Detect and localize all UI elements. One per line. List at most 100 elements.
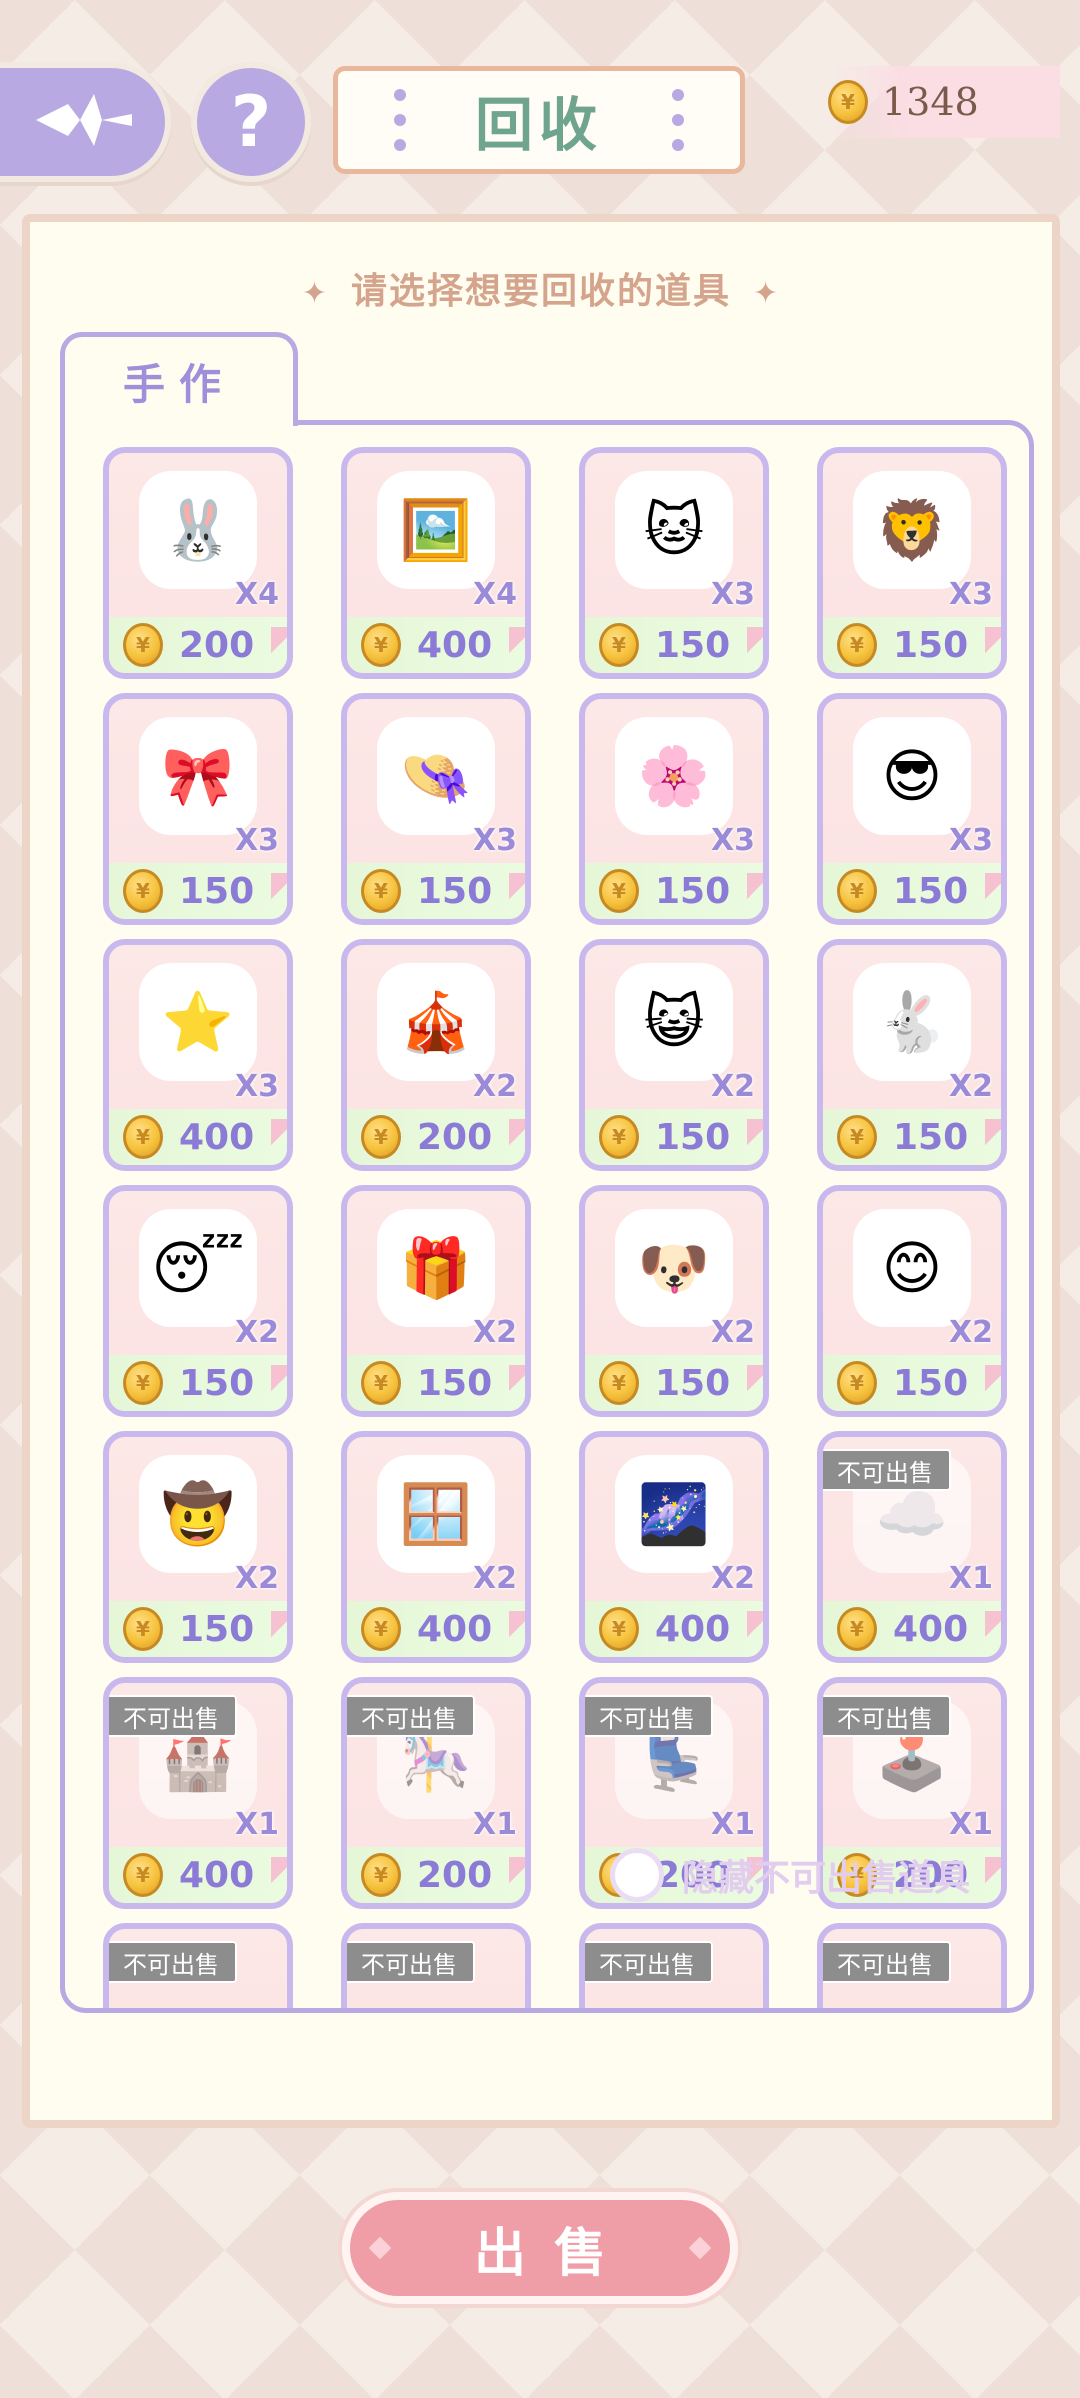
- gold-coin-icon: ¥: [361, 1115, 401, 1159]
- item-price: ¥400: [823, 1601, 1001, 1657]
- item-price: ¥150: [585, 617, 763, 673]
- gold-coin-icon: ¥: [599, 1361, 639, 1405]
- item-quantity: X4: [472, 577, 517, 612]
- item-sticker-image: 😊: [857, 1213, 967, 1323]
- title-plate: 回收: [333, 66, 745, 174]
- item-quantity: X2: [710, 1069, 755, 1104]
- item-price-value: 400: [179, 1854, 255, 1896]
- item-card[interactable]: 🐰 X4 ¥200: [103, 447, 293, 679]
- gold-coin-icon: ¥: [123, 1607, 163, 1651]
- item-price: ¥150: [585, 1355, 763, 1411]
- item-card[interactable]: 🐇 X2 ¥150: [817, 939, 1007, 1171]
- help-button[interactable]: ?: [197, 68, 305, 176]
- not-for-sale-badge: 不可出售: [109, 1695, 237, 1737]
- item-sticker-image: 🐱: [619, 475, 729, 585]
- gold-coin-icon: ¥: [123, 869, 163, 913]
- item-quantity: X3: [472, 823, 517, 858]
- gold-coin-icon: ¥: [837, 623, 877, 667]
- item-sticker-image: 😺: [619, 967, 729, 1077]
- item-quantity: X3: [948, 577, 993, 612]
- item-card[interactable]: 😎 X3 ¥150: [817, 693, 1007, 925]
- item-quantity: X2: [472, 1315, 517, 1350]
- item-price-value: 400: [179, 1116, 255, 1158]
- sell-button[interactable]: 出售: [350, 2200, 730, 2296]
- item-price: ¥150: [109, 1601, 287, 1657]
- item-card[interactable]: 🦁 X3 ¥150: [817, 447, 1007, 679]
- item-card[interactable]: 👒 X3 ¥150: [341, 693, 531, 925]
- item-card[interactable]: 不可出售: [579, 1923, 769, 2008]
- item-price: ¥400: [109, 1847, 287, 1903]
- diamond-decor-icon: [688, 2236, 712, 2260]
- gold-coin-icon: ¥: [123, 623, 163, 667]
- item-card[interactable]: 不可出售 🎠 X1 ¥200: [341, 1677, 531, 1909]
- tab-handmade[interactable]: 手作: [60, 332, 298, 426]
- item-card[interactable]: 🐶 X2 ¥150: [579, 1185, 769, 1417]
- item-card[interactable]: 😊 X2 ¥150: [817, 1185, 1007, 1417]
- item-card[interactable]: 🎁 X2 ¥150: [341, 1185, 531, 1417]
- page-title: 回收: [474, 91, 603, 159]
- not-for-sale-badge: 不可出售: [823, 1695, 951, 1737]
- coin-amount: 1348: [882, 80, 979, 124]
- item-quantity: X2: [234, 1561, 279, 1596]
- item-card[interactable]: 🌸 X3 ¥150: [579, 693, 769, 925]
- hide-unsellable-label: 隐藏不可出售道具: [682, 1858, 971, 1899]
- item-card[interactable]: 🖼️ X4 ¥400: [341, 447, 531, 679]
- item-quantity: X3: [948, 823, 993, 858]
- not-for-sale-badge: 不可出售: [347, 1695, 475, 1737]
- item-price-value: 150: [417, 1362, 493, 1404]
- item-card[interactable]: 不可出售: [341, 1923, 531, 2008]
- select-prompt: ✦ 请选择想要回收的道具 ✦: [30, 262, 1052, 314]
- item-price: ¥200: [109, 617, 287, 673]
- item-card[interactable]: 不可出售: [103, 1923, 293, 2008]
- item-card[interactable]: 😴 X2 ¥150: [103, 1185, 293, 1417]
- item-card[interactable]: 🪟 X2 ¥400: [341, 1431, 531, 1663]
- item-card[interactable]: 不可出售: [817, 1923, 1007, 2008]
- not-for-sale-badge: 不可出售: [347, 1941, 475, 1983]
- item-sticker-image: 🐰: [143, 475, 253, 585]
- item-price: ¥150: [823, 1355, 1001, 1411]
- item-price: ¥400: [109, 1109, 287, 1165]
- item-quantity: X4: [234, 577, 279, 612]
- toggle-checkbox[interactable]: [610, 1848, 664, 1902]
- item-card[interactable]: 🤠 X2 ¥150: [103, 1431, 293, 1663]
- item-card[interactable]: ⭐ X3 ¥400: [103, 939, 293, 1171]
- item-price: ¥150: [109, 863, 287, 919]
- item-price: ¥150: [823, 617, 1001, 673]
- item-grid-frame[interactable]: 🐰 X4 ¥200 🖼️ X4 ¥400 🐱 X3 ¥150 🦁 X3 ¥150 🎀 X3 ¥150 👒 X3 ¥…: [60, 420, 1034, 2013]
- item-sticker-image: 🎀: [143, 721, 253, 831]
- item-price-value: 150: [893, 624, 969, 666]
- item-quantity: X1: [948, 1561, 993, 1596]
- item-quantity: X1: [472, 1807, 517, 1842]
- item-card[interactable]: 不可出售 🏰 X1 ¥400: [103, 1677, 293, 1909]
- item-card[interactable]: 🎀 X3 ¥150: [103, 693, 293, 925]
- hide-unsellable-toggle[interactable]: 隐藏不可出售道具: [610, 1848, 970, 1902]
- item-card[interactable]: 不可出售 ☁️ X1 ¥400: [817, 1431, 1007, 1663]
- item-price-value: 200: [417, 1116, 493, 1158]
- item-card[interactable]: 😺 X2 ¥150: [579, 939, 769, 1171]
- item-sticker-image: 🎁: [381, 1213, 491, 1323]
- item-price-value: 150: [893, 870, 969, 912]
- item-price-value: 200: [417, 1854, 493, 1896]
- plate-dots-right: [672, 89, 684, 151]
- back-button[interactable]: [0, 68, 165, 176]
- not-for-sale-badge: 不可出售: [585, 1941, 713, 1983]
- item-card[interactable]: 🎪 X2 ¥200: [341, 939, 531, 1171]
- item-quantity: X1: [234, 1807, 279, 1842]
- item-card[interactable]: 🐱 X3 ¥150: [579, 447, 769, 679]
- not-for-sale-badge: 不可出售: [823, 1449, 951, 1491]
- gold-coin-icon: ¥: [361, 1361, 401, 1405]
- gold-coin-icon: ¥: [361, 1607, 401, 1651]
- item-price: ¥200: [347, 1109, 525, 1165]
- item-price-value: 150: [655, 1116, 731, 1158]
- gold-coin-icon: ¥: [837, 1607, 877, 1651]
- item-sticker-image: 😴: [143, 1213, 253, 1323]
- not-for-sale-badge: 不可出售: [585, 1695, 713, 1737]
- gold-coin-icon: ¥: [123, 1853, 163, 1897]
- item-sticker-image: 🐇: [857, 967, 967, 1077]
- not-for-sale-badge: 不可出售: [823, 1941, 951, 1983]
- coin-balance: ¥ 1348: [828, 66, 1060, 138]
- sell-button-label: 出售: [473, 2223, 634, 2284]
- item-sticker-image: 🦁: [857, 475, 967, 585]
- item-quantity: X1: [710, 1807, 755, 1842]
- item-card[interactable]: 🌌 X2 ¥400: [579, 1431, 769, 1663]
